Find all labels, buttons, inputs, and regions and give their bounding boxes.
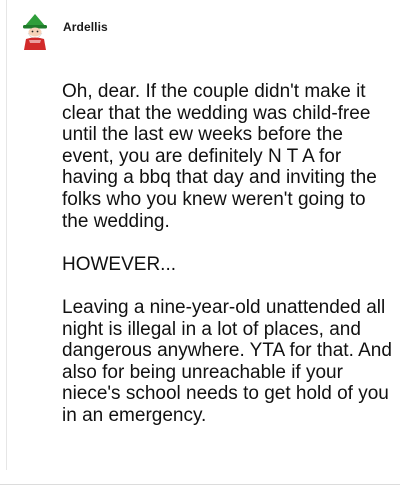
gnome-avatar-icon[interactable] bbox=[20, 13, 50, 51]
comment-paragraph-3: Leaving a nine-year-old unattended all n… bbox=[62, 296, 392, 426]
comment-paragraph-1: Oh, dear. If the couple didn't make it c… bbox=[62, 81, 377, 232]
comment-paragraph-2: HOWEVER... bbox=[62, 253, 177, 275]
comment-author[interactable]: Ardellis bbox=[63, 20, 108, 34]
comment-body: Oh, dear. If the couple didn't make it c… bbox=[62, 81, 394, 427]
thread-line[interactable] bbox=[6, 0, 7, 470]
comment-header: Ardellis bbox=[20, 12, 108, 52]
bottom-divider bbox=[0, 484, 400, 485]
comment-card: Ardellis Oh, dear. If the couple didn't … bbox=[0, 0, 400, 489]
